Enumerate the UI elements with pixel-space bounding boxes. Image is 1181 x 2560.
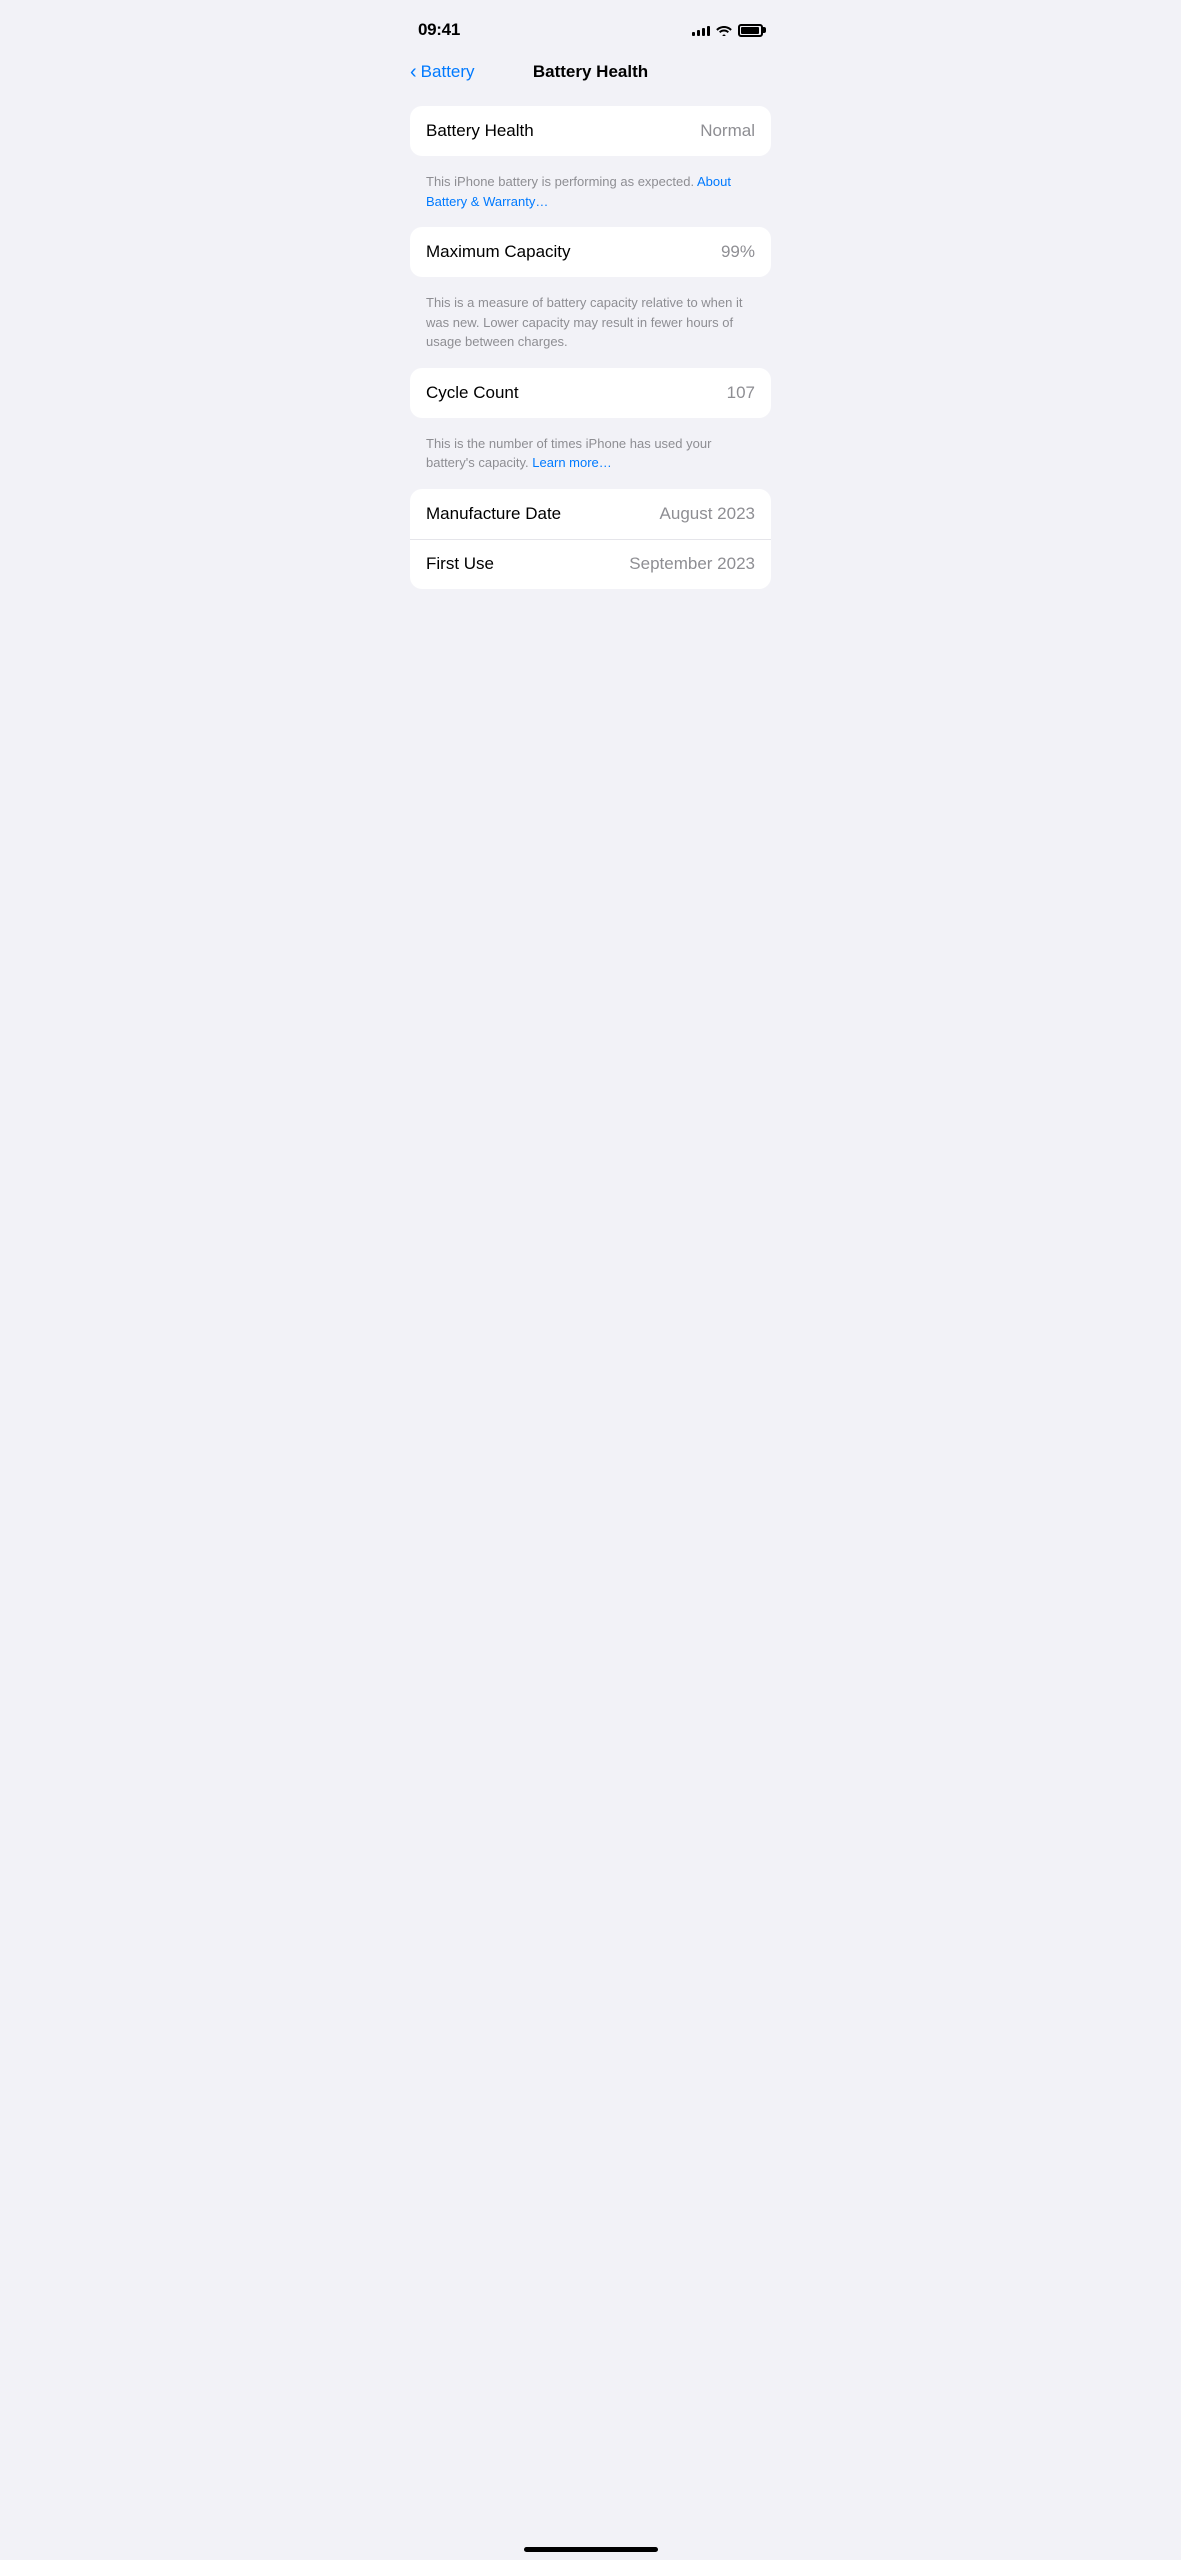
signal-icon <box>692 24 710 36</box>
battery-health-card: Battery Health Normal <box>410 106 771 156</box>
page-title: Battery Health <box>533 62 648 82</box>
maximum-capacity-row: Maximum Capacity 99% <box>410 227 771 277</box>
status-bar: 09:41 <box>394 0 787 54</box>
battery-health-description: This iPhone battery is performing as exp… <box>410 164 771 227</box>
first-use-value: September 2023 <box>629 554 755 574</box>
cycle-count-label: Cycle Count <box>426 383 519 403</box>
dates-card: Manufacture Date August 2023 First Use S… <box>410 489 771 589</box>
first-use-row: First Use September 2023 <box>410 539 771 589</box>
manufacture-date-label: Manufacture Date <box>426 504 561 524</box>
home-indicator <box>524 2547 658 2552</box>
cycle-count-card: Cycle Count 107 <box>410 368 771 418</box>
maximum-capacity-description: This is a measure of battery capacity re… <box>410 285 771 368</box>
maximum-capacity-desc-text: This is a measure of battery capacity re… <box>426 295 742 349</box>
battery-health-desc-text: This iPhone battery is performing as exp… <box>426 174 697 189</box>
battery-health-value: Normal <box>700 121 755 141</box>
battery-health-label: Battery Health <box>426 121 534 141</box>
maximum-capacity-label: Maximum Capacity <box>426 242 571 262</box>
maximum-capacity-value: 99% <box>721 242 755 262</box>
battery-health-row: Battery Health Normal <box>410 106 771 156</box>
back-chevron-icon: ‹ <box>410 62 417 82</box>
cycle-count-description: This is the number of times iPhone has u… <box>410 426 771 489</box>
cycle-count-value: 107 <box>727 383 755 403</box>
status-icons <box>692 24 763 37</box>
cycle-count-row: Cycle Count 107 <box>410 368 771 418</box>
back-label: Battery <box>421 62 475 82</box>
wifi-icon <box>716 24 732 36</box>
content: Battery Health Normal This iPhone batter… <box>394 98 787 589</box>
back-button[interactable]: ‹ Battery <box>410 62 475 82</box>
battery-icon <box>738 24 763 37</box>
maximum-capacity-card: Maximum Capacity 99% <box>410 227 771 277</box>
manufacture-date-value: August 2023 <box>660 504 755 524</box>
cycle-count-learn-more-link[interactable]: Learn more… <box>532 455 611 470</box>
manufacture-date-row: Manufacture Date August 2023 <box>410 489 771 539</box>
nav-bar: ‹ Battery Battery Health <box>394 54 787 98</box>
status-time: 09:41 <box>418 20 460 40</box>
first-use-label: First Use <box>426 554 494 574</box>
